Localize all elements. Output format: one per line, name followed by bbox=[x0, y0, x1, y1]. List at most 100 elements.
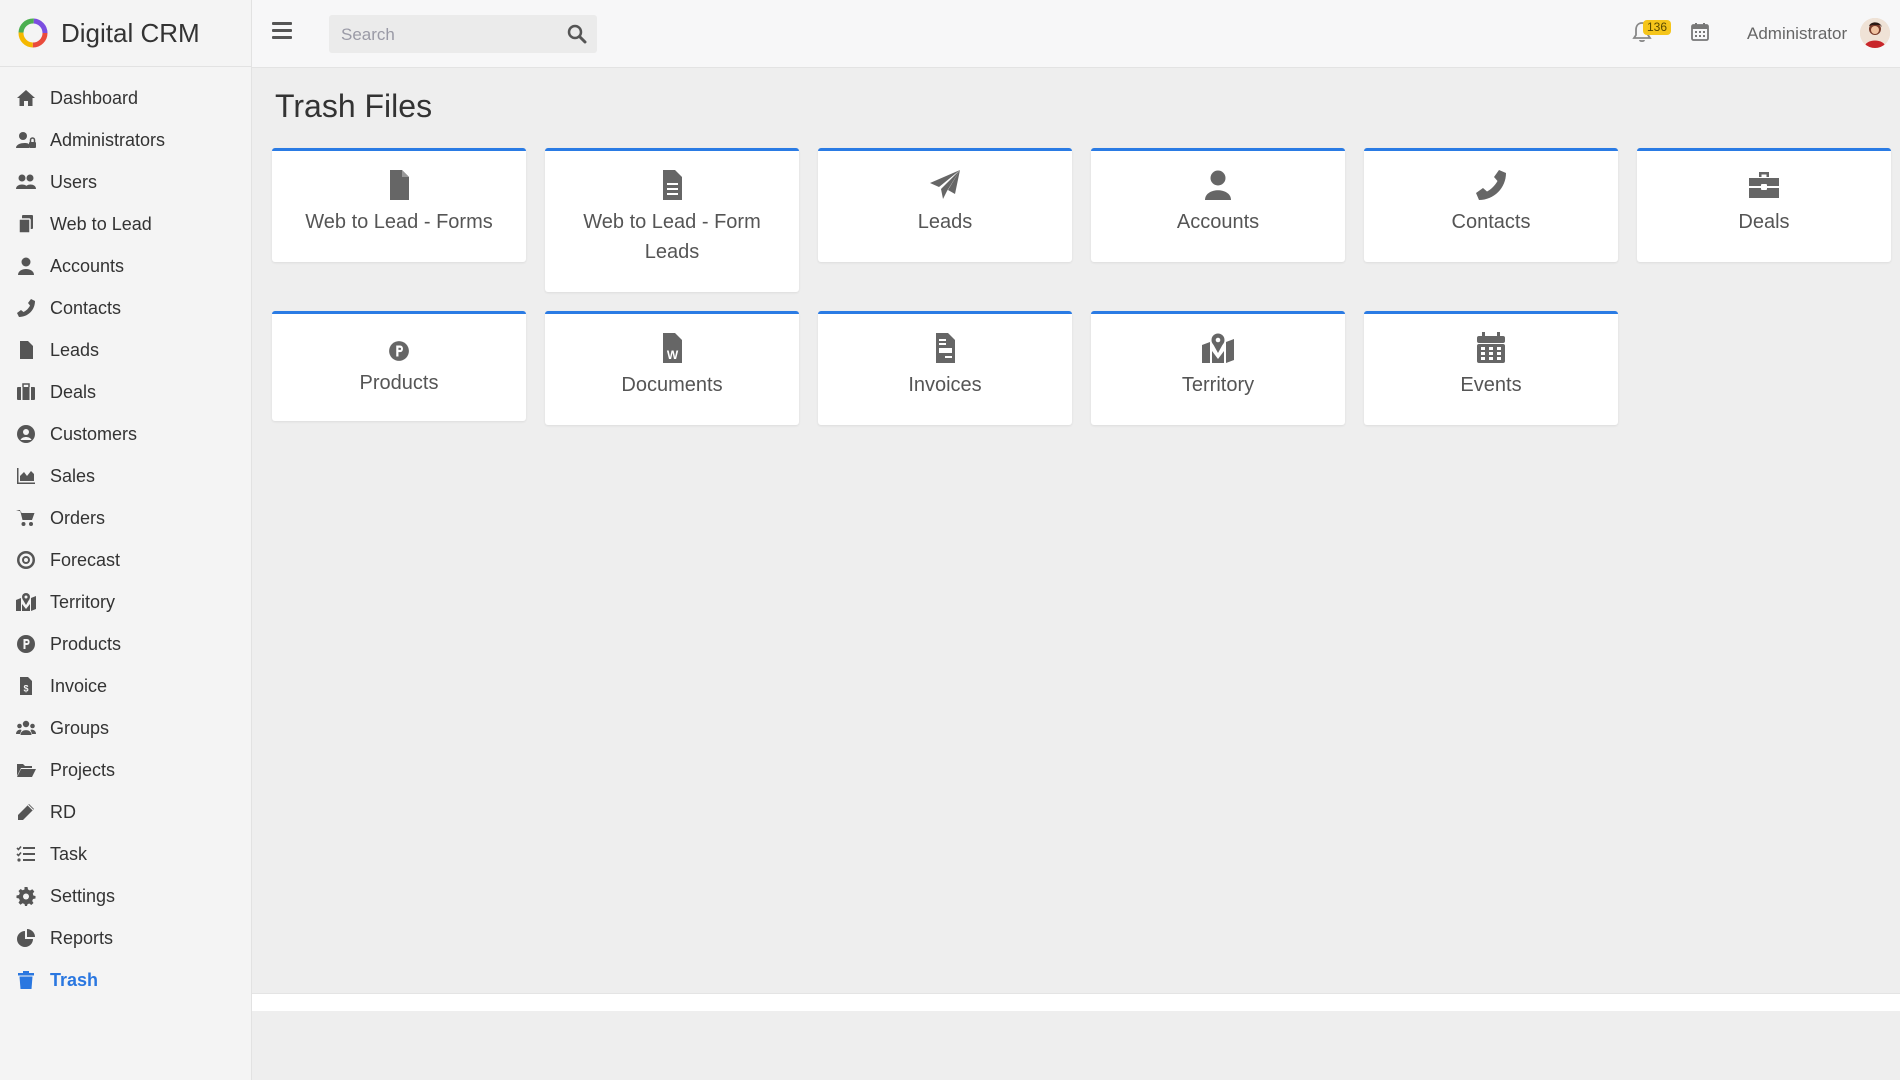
sidebar-item-label: Customers bbox=[50, 423, 138, 444]
avatar[interactable] bbox=[1860, 18, 1890, 48]
map-marker-icon bbox=[1091, 314, 1345, 364]
map-marker-icon bbox=[15, 591, 37, 613]
sidebar-item-label: Territory bbox=[50, 591, 116, 612]
sidebar-item-forecast[interactable]: Forecast bbox=[0, 539, 251, 581]
card-deals[interactable]: Deals bbox=[1637, 148, 1891, 262]
user-icon bbox=[15, 255, 37, 277]
card-invoices[interactable]: Invoices bbox=[818, 311, 1072, 425]
paper-plane-icon bbox=[818, 151, 1072, 201]
users-icon bbox=[15, 171, 37, 193]
search-input[interactable] bbox=[339, 15, 553, 55]
card-leads[interactable]: Leads bbox=[818, 148, 1072, 262]
gear-icon bbox=[15, 885, 37, 907]
sidebar-item-groups[interactable]: Groups bbox=[0, 707, 251, 749]
sidebar-item-label: RD bbox=[50, 801, 76, 822]
cart-icon bbox=[15, 507, 37, 529]
sidebar-item-web-to-lead[interactable]: Web to Lead bbox=[0, 203, 251, 245]
product-p-icon bbox=[15, 633, 37, 655]
sidebar-item-rd[interactable]: RD bbox=[0, 791, 251, 833]
footer-bar bbox=[252, 993, 1900, 1011]
card-label: Contacts bbox=[1451, 211, 1531, 233]
card-territory[interactable]: Territory bbox=[1091, 311, 1345, 425]
card-documents[interactable]: W Documents bbox=[545, 311, 799, 425]
sidebar-item-administrators[interactable]: Administrators bbox=[0, 119, 251, 161]
sidebar-item-sales[interactable]: Sales bbox=[0, 455, 251, 497]
card-label: Web to Lead - Forms bbox=[305, 211, 493, 233]
copy-icon bbox=[15, 213, 37, 235]
user-icon bbox=[1091, 151, 1345, 201]
card-web-to-lead-form-leads[interactable]: Web to Lead - Form Leads bbox=[545, 148, 799, 292]
invoice-icon: $ bbox=[15, 675, 37, 697]
sidebar-item-users[interactable]: Users bbox=[0, 161, 251, 203]
briefcase-icon bbox=[1637, 151, 1891, 201]
card-label: Deals bbox=[1738, 211, 1790, 233]
word-file-icon: W bbox=[545, 314, 799, 364]
search-box bbox=[329, 15, 597, 55]
sidebar-item-label: Trash bbox=[50, 969, 99, 990]
card-accounts[interactable]: Accounts bbox=[1091, 148, 1345, 262]
menu-toggle-icon[interactable] bbox=[272, 22, 292, 42]
card-label: Territory bbox=[1181, 374, 1255, 396]
sidebar-item-dashboard[interactable]: Dashboard bbox=[0, 77, 251, 119]
sidebar-item-label: Projects bbox=[50, 759, 116, 780]
sidebar-item-deals[interactable]: Deals bbox=[0, 371, 251, 413]
invoice-icon bbox=[818, 314, 1072, 364]
sidebar-item-label: Contacts bbox=[50, 297, 122, 318]
sidebar-item-settings[interactable]: Settings bbox=[0, 875, 251, 917]
card-events[interactable]: Events bbox=[1364, 311, 1618, 425]
search-icon[interactable] bbox=[567, 24, 587, 44]
sidebar-item-projects[interactable]: Projects bbox=[0, 749, 251, 791]
pen-icon bbox=[15, 801, 37, 823]
card-products[interactable]: Products bbox=[272, 311, 526, 421]
calendar-icon bbox=[1364, 314, 1618, 364]
sidebar-item-label: Dashboard bbox=[50, 87, 139, 108]
sidebar-item-contacts[interactable]: Contacts bbox=[0, 287, 251, 329]
phone-icon bbox=[15, 297, 37, 319]
sidebar: Digital CRM Dashboard Administrators Use… bbox=[0, 0, 252, 1080]
card-label: Web to Lead - Form Leads bbox=[583, 211, 761, 263]
folder-open-icon bbox=[15, 759, 37, 781]
sidebar-item-label: Deals bbox=[50, 381, 97, 402]
sidebar-item-reports[interactable]: Reports bbox=[0, 917, 251, 959]
home-icon bbox=[15, 87, 37, 109]
file-icon bbox=[272, 151, 526, 201]
sidebar-item-label: Leads bbox=[50, 339, 100, 360]
sidebar-item-products[interactable]: Products bbox=[0, 623, 251, 665]
card-contacts[interactable]: Contacts bbox=[1364, 148, 1618, 262]
sidebar-item-label: Sales bbox=[50, 465, 96, 486]
sidebar-item-accounts[interactable]: Accounts bbox=[0, 245, 251, 287]
sidebar-item-leads[interactable]: Leads bbox=[0, 329, 251, 371]
sidebar-item-label: Products bbox=[50, 633, 122, 654]
card-label: Documents bbox=[621, 374, 723, 396]
sidebar-item-invoice[interactable]: $ Invoice bbox=[0, 665, 251, 707]
sidebar-item-label: Accounts bbox=[50, 255, 125, 276]
card-label: Products bbox=[359, 372, 439, 394]
product-p-icon bbox=[272, 314, 526, 362]
logo-icon bbox=[18, 18, 48, 48]
pie-chart-icon bbox=[15, 927, 37, 949]
calendar-icon[interactable] bbox=[1690, 22, 1710, 42]
sidebar-item-label: Forecast bbox=[50, 549, 121, 570]
group-icon bbox=[15, 717, 37, 739]
sidebar-item-orders[interactable]: Orders bbox=[0, 497, 251, 539]
card-label: Events bbox=[1460, 374, 1522, 396]
sidebar-item-task[interactable]: Task bbox=[0, 833, 251, 875]
user-name[interactable]: Administrator bbox=[1747, 24, 1847, 44]
card-label: Leads bbox=[917, 211, 973, 233]
file-icon bbox=[15, 339, 37, 361]
sidebar-item-label: Administrators bbox=[50, 129, 166, 150]
page-title: Trash Files bbox=[275, 88, 433, 124]
card-web-to-lead-forms[interactable]: Web to Lead - Forms bbox=[272, 148, 526, 262]
task-list-icon bbox=[15, 843, 37, 865]
sidebar-item-trash[interactable]: Trash bbox=[0, 959, 251, 1001]
card-label: Accounts bbox=[1176, 211, 1260, 233]
sidebar-item-territory[interactable]: Territory bbox=[0, 581, 251, 623]
sidebar-item-customers[interactable]: Customers bbox=[0, 413, 251, 455]
trash-icon bbox=[15, 969, 37, 991]
sidebar-item-label: Reports bbox=[50, 927, 114, 948]
sidebar-item-label: Orders bbox=[50, 507, 106, 528]
phone-icon bbox=[1364, 151, 1618, 201]
brand[interactable]: Digital CRM bbox=[0, 0, 251, 67]
brand-name: Digital CRM bbox=[61, 17, 200, 48]
suitcase-icon bbox=[15, 381, 37, 403]
